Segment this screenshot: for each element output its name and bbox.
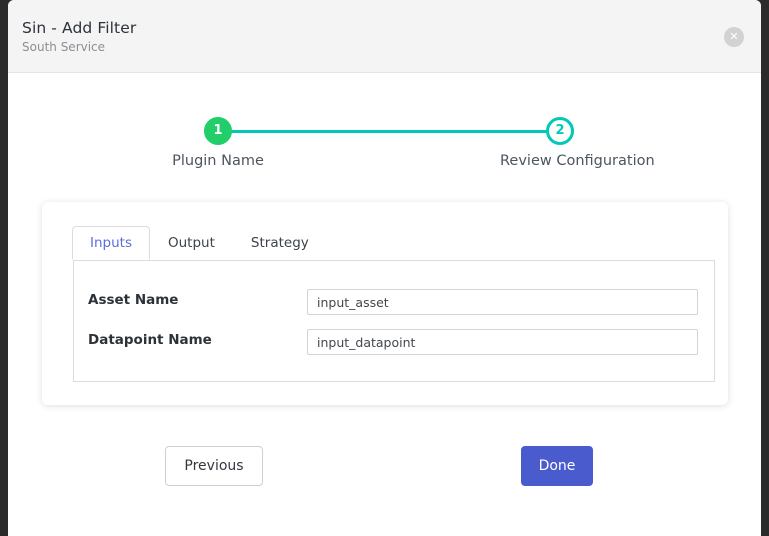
form-row-datapoint-name: Datapoint Name	[74, 329, 716, 355]
tab-panel-inputs: Asset Name Datapoint Name	[73, 260, 715, 382]
stepper-step-review-configuration[interactable]: 2 Review Configuration	[500, 117, 655, 169]
previous-button[interactable]: Previous	[165, 446, 263, 486]
page-title: Sin - Add Filter	[22, 19, 137, 37]
asset-name-label: Asset Name	[88, 292, 179, 308]
add-filter-modal: Sin - Add Filter South Service ✕ 1 Plugi…	[8, 0, 761, 536]
tab-bar: Inputs Output Strategy	[72, 226, 327, 260]
page-subtitle: South Service	[22, 40, 106, 54]
step-label: Review Configuration	[500, 153, 655, 169]
datapoint-name-label: Datapoint Name	[88, 332, 212, 348]
step-label: Plugin Name	[172, 153, 264, 169]
asset-name-input[interactable]	[307, 289, 698, 315]
tab-strategy[interactable]: Strategy	[233, 226, 327, 260]
tab-inputs[interactable]: Inputs	[72, 226, 150, 260]
wizard-stepper: 1 Plugin Name 2 Review Configuration	[8, 110, 761, 180]
datapoint-name-input[interactable]	[307, 329, 698, 355]
done-button[interactable]: Done	[521, 446, 593, 486]
step-number-badge: 2	[546, 117, 574, 145]
close-button[interactable]: ✕	[724, 27, 744, 47]
step-number-badge: 1	[204, 117, 232, 145]
configuration-card: Inputs Output Strategy Asset Name Datapo…	[42, 202, 728, 405]
modal-header: Sin - Add Filter South Service ✕	[8, 0, 761, 73]
stepper-step-plugin-name[interactable]: 1 Plugin Name	[158, 117, 278, 169]
form-row-asset-name: Asset Name	[74, 289, 716, 315]
close-icon: ✕	[729, 30, 739, 43]
tab-output[interactable]: Output	[150, 226, 233, 260]
